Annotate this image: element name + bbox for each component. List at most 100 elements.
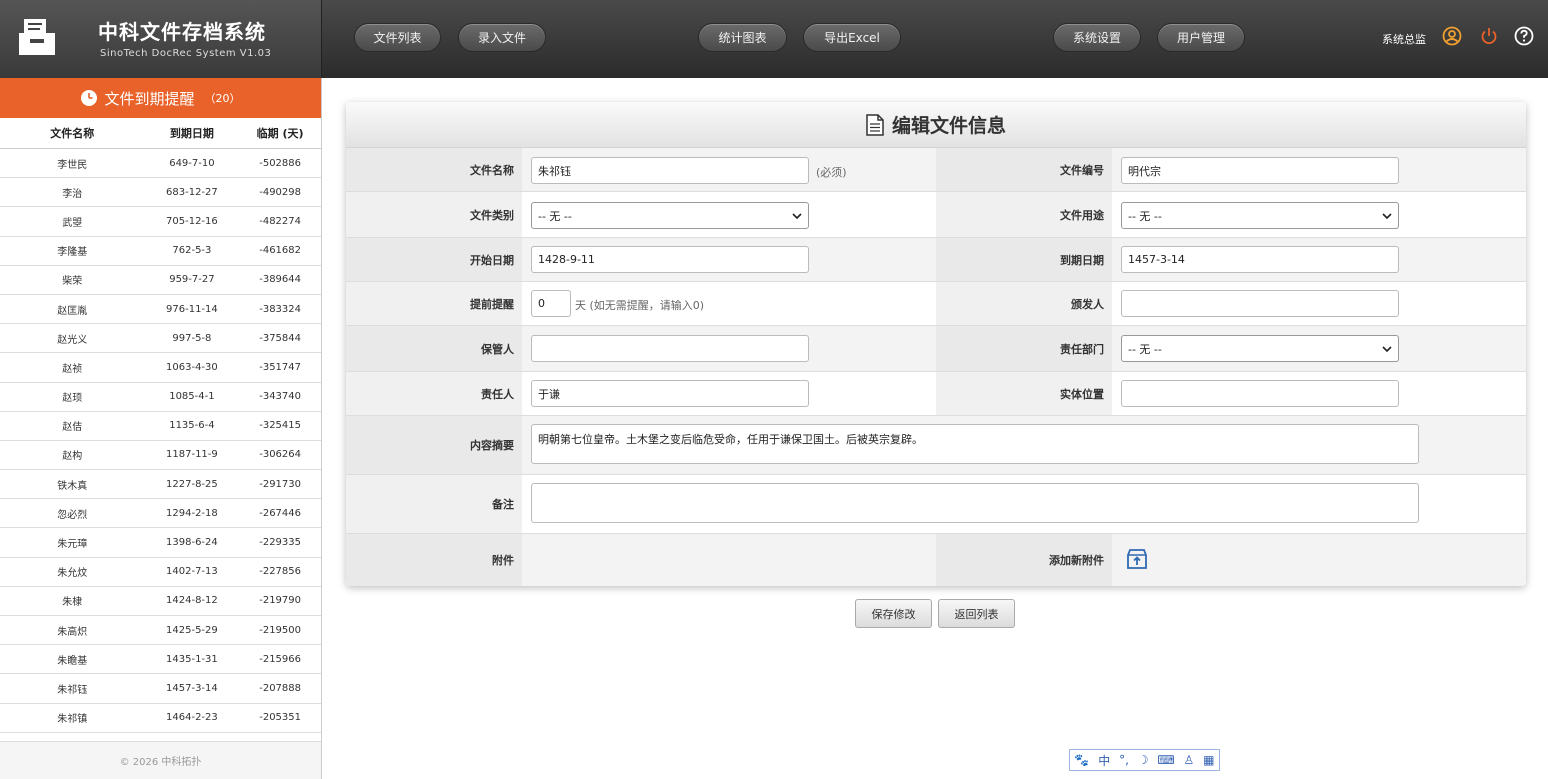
reminder-file-name: 赵构 (62, 451, 83, 463)
reminder-file-name: 赵顼 (62, 393, 83, 405)
reminder-expiry-date: 1398-6-24 (166, 537, 218, 549)
end-date-input[interactable]: 1457-3-14 (1121, 246, 1399, 273)
col-expiry-date: 到期日期 (169, 127, 214, 140)
list-item[interactable]: 赵顼 1085-4-1 -343740 (0, 383, 321, 412)
form-row-attachment: 附件 添加新附件 (346, 534, 1526, 586)
sidebar-column-headers: 文件名称 到期日期 临期 (天) (0, 118, 321, 149)
list-item[interactable]: 赵匡胤 976-11-14 -383324 (0, 295, 321, 325)
summary-textarea[interactable]: 明朝第七位皇帝。土木堡之变后临危受命，任用于谦保卫国土。后被英宗复辟。 (531, 424, 1419, 464)
moon-icon[interactable]: ☽ (1138, 753, 1149, 767)
help-icon[interactable] (1514, 26, 1534, 46)
list-item[interactable]: 李隆基 762-5-3 -461682 (0, 237, 321, 266)
label-category: 文件类别 (470, 208, 514, 222)
col-file-name: 文件名称 (50, 127, 95, 140)
panel-header: 编辑文件信息 (346, 102, 1526, 148)
reminder-file-name: 李世民 (57, 159, 88, 171)
list-item[interactable]: 朱允炆 1402-7-13 -227856 (0, 558, 321, 587)
label-department: 责任部门 (1060, 342, 1104, 356)
form-row-remind: 提前提醒 0 天 (如无需提醒，请输入0) 颁发人 (346, 282, 1526, 326)
file-name-input[interactable]: 朱祁钰 (531, 157, 809, 184)
location-input[interactable] (1121, 380, 1399, 407)
reminder-file-name: 赵光义 (57, 334, 88, 346)
upload-icon[interactable] (1126, 548, 1148, 570)
ime-toolbar[interactable]: 🐾 中 °, ☽ ⌨ ♙ ▦ (1069, 749, 1220, 771)
punctuation-icon[interactable]: °, (1119, 753, 1129, 767)
list-item[interactable]: 武曌 705-12-16 -482274 (0, 207, 321, 237)
list-item[interactable]: 朱元璋 1398-6-24 -229335 (0, 528, 321, 558)
clock-icon (81, 90, 98, 106)
department-select[interactable]: -- 无 -- (1121, 335, 1399, 362)
label-owner: 责任人 (481, 387, 514, 401)
reminder-expiry-date: 683-12-27 (166, 186, 218, 198)
label-end-date: 到期日期 (1060, 253, 1104, 267)
reminder-days-left: -461682 (259, 245, 302, 257)
list-item[interactable]: 李世民 649-7-10 -502886 (0, 149, 321, 179)
label-add-attachment: 添加新附件 (1049, 554, 1104, 567)
list-item[interactable]: 朱棣 1424-8-12 -219790 (0, 587, 321, 616)
list-item[interactable]: 铁木真 1227-8-25 -291730 (0, 470, 321, 500)
remark-textarea[interactable] (531, 483, 1419, 523)
label-attachment: 附件 (492, 554, 514, 567)
reminder-days-left: -219500 (259, 624, 302, 636)
start-date-input[interactable]: 1428-9-11 (531, 246, 809, 273)
reminder-expiry-date: 705-12-16 (166, 215, 218, 227)
reminder-days-left: -291730 (259, 478, 302, 490)
user-icon[interactable]: ♙ (1184, 753, 1195, 767)
reminder-expiry-date: 1085-4-1 (169, 391, 215, 403)
list-item[interactable]: 朱高炽 1425-5-29 -219500 (0, 616, 321, 646)
department-selected-value: -- 无 -- (1128, 342, 1162, 356)
nav-file-list-button[interactable]: 文件列表 (354, 23, 441, 52)
nav-export-button[interactable]: 导出Excel (803, 23, 901, 52)
reminder-file-name: 朱祁钰 (57, 684, 88, 696)
reminder-expiry-date: 762-5-3 (172, 245, 212, 257)
reminder-days-left: -351747 (259, 361, 302, 373)
remind-days-input[interactable]: 0 (531, 290, 571, 317)
user-profile-icon[interactable] (1442, 26, 1462, 46)
reminder-file-name: 忽必烈 (57, 509, 88, 521)
reminder-days-left: -267446 (259, 507, 302, 519)
ime-lang-label[interactable]: 中 (1098, 752, 1110, 769)
issuer-input[interactable] (1121, 290, 1399, 317)
reminder-expiry-date: 959-7-27 (169, 274, 215, 286)
owner-input[interactable]: 于谦 (531, 380, 809, 407)
list-item[interactable]: 赵祯 1063-4-30 -351747 (0, 353, 321, 383)
list-item[interactable]: 忽必烈 1294-2-18 -267446 (0, 499, 321, 529)
file-number-input[interactable]: 明代宗 (1121, 157, 1399, 184)
reminder-days-left: -490298 (259, 186, 302, 198)
reminder-expiry-date: 1063-4-30 (166, 361, 218, 373)
list-item[interactable]: 朱瞻基 1435-1-31 -215966 (0, 645, 321, 675)
nav-users-button[interactable]: 用户管理 (1157, 23, 1245, 52)
power-icon[interactable] (1479, 26, 1499, 46)
form-row-name: 文件名称 朱祁钰 (必须) 文件编号 明代宗 (346, 148, 1526, 192)
reminder-expiry-date: 1227-8-25 (166, 478, 218, 490)
list-item[interactable]: 柴荣 959-7-27 -389644 (0, 266, 321, 295)
back-to-list-button[interactable]: 返回列表 (938, 599, 1015, 628)
list-item[interactable]: 李治 683-12-27 -490298 (0, 178, 321, 208)
keyboard-icon[interactable]: ⌨ (1157, 753, 1174, 767)
nav-settings-button[interactable]: 系统设置 (1053, 23, 1141, 52)
list-item[interactable]: 赵光义 997-5-8 -375844 (0, 324, 321, 354)
save-button[interactable]: 保存修改 (855, 599, 932, 628)
nav-charts-button[interactable]: 统计图表 (698, 23, 787, 52)
reminder-days-left: -389644 (259, 274, 302, 286)
reminder-expiry-date: 976-11-14 (166, 303, 218, 315)
nav-add-file-button[interactable]: 录入文件 (458, 23, 546, 52)
purpose-select[interactable]: -- 无 -- (1121, 202, 1399, 229)
keeper-input[interactable] (531, 335, 809, 362)
paw-icon[interactable]: 🐾 (1074, 753, 1089, 767)
grid-icon[interactable]: ▦ (1203, 753, 1214, 767)
current-user-label: 系统总监 (1382, 33, 1426, 46)
reminder-expiry-date: 1425-5-29 (166, 624, 218, 636)
app-title: 中科文件存档系统 (98, 20, 266, 44)
reminder-days-left: -375844 (259, 332, 302, 344)
brand: 中科文件存档系统 SinoTech DocRec System V1.03 (0, 0, 322, 78)
sidebar-list: 李世民 649-7-10 -502886 李治 683-12-27 -490298 武曌 70… (0, 149, 321, 733)
reminder-file-name: 赵佶 (62, 422, 83, 434)
list-item[interactable]: 赵构 1187-11-9 -306264 (0, 441, 321, 471)
top-bar: 中科文件存档系统 SinoTech DocRec System V1.03 文件… (0, 0, 1548, 78)
purpose-selected-value: -- 无 -- (1128, 209, 1162, 223)
list-item[interactable]: 朱祁钰 1457-3-14 -207888 (0, 674, 321, 704)
list-item[interactable]: 赵佶 1135-6-4 -325415 (0, 412, 321, 441)
category-select[interactable]: -- 无 -- (531, 202, 809, 229)
list-item[interactable]: 朱祁镇 1464-2-23 -205351 (0, 704, 321, 733)
